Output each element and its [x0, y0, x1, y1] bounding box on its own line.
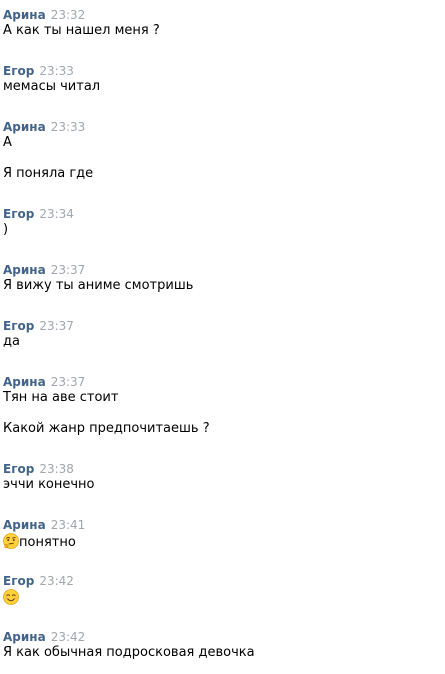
- message-text: ): [3, 222, 9, 237]
- message-text-row: понятно: [3, 533, 76, 551]
- message: Егор 23:42: [3, 572, 443, 605]
- message: Арина 23:32 А как ты нашел меня ?: [3, 6, 443, 38]
- message-text: А как ты нашел меня ?: [3, 23, 160, 38]
- message-header: Арина 23:32: [3, 6, 443, 22]
- message: Арина 23:41 понятно: [3, 516, 443, 550]
- message: Арина 23:37 Тян на аве стоит Какой жанр п…: [3, 373, 443, 436]
- message: Егор 23:38 эччи конечно: [3, 460, 443, 492]
- message-header: Егор 23:37: [3, 317, 443, 333]
- message-text: да: [3, 334, 20, 349]
- message-text: Я вижу ты аниме смотришь: [3, 278, 194, 293]
- message-header: Егор 23:42: [3, 572, 443, 588]
- author-name[interactable]: Егор: [3, 64, 34, 78]
- message-header: Арина 23:37: [3, 373, 443, 389]
- message-header: Егор 23:33: [3, 62, 443, 78]
- message-header: Арина 23:42: [3, 628, 443, 644]
- author-name[interactable]: Арина: [3, 120, 46, 134]
- smiling-face-emoji: [3, 589, 19, 605]
- message-time[interactable]: 23:37: [51, 263, 86, 277]
- author-name[interactable]: Арина: [3, 263, 46, 277]
- message-text: мемасы читал: [3, 79, 101, 94]
- message-text: А: [3, 135, 12, 150]
- message-time[interactable]: 23:42: [51, 630, 86, 644]
- message-text: Тян на аве стоит: [3, 390, 119, 405]
- message-time[interactable]: 23:33: [39, 64, 74, 78]
- message-header: Арина 23:33: [3, 118, 443, 134]
- message-time[interactable]: 23:37: [51, 375, 86, 389]
- message-time[interactable]: 23:37: [39, 319, 74, 333]
- message-header: Егор 23:38: [3, 460, 443, 476]
- author-name[interactable]: Егор: [3, 574, 34, 588]
- message-time[interactable]: 23:32: [51, 8, 86, 22]
- author-name[interactable]: Егор: [3, 207, 34, 221]
- message-header: Арина 23:37: [3, 261, 443, 277]
- message-text: Я поняла где: [3, 166, 94, 181]
- message-text: Я как обычная подросковая девочка: [3, 645, 255, 660]
- message-header: Егор 23:34: [3, 205, 443, 221]
- message-time[interactable]: 23:34: [39, 207, 74, 221]
- author-name[interactable]: Арина: [3, 8, 46, 22]
- message: Арина 23:42 Я как обычная подросковая дев…: [3, 628, 443, 660]
- message-time[interactable]: 23:38: [39, 462, 74, 476]
- message-text: эччи конечно: [3, 477, 95, 492]
- message-time[interactable]: 23:41: [51, 518, 86, 532]
- message: Арина 23:33 А Я поняла где: [3, 118, 443, 181]
- chat-history: Арина 23:32 А как ты нашел меня ? Егор 23:…: [0, 0, 445, 674]
- message-header: Арина 23:41: [3, 516, 443, 532]
- author-name[interactable]: Арина: [3, 630, 46, 644]
- message: Арина 23:37 Я вижу ты аниме смотришь: [3, 261, 443, 293]
- thinking-face-emoji: [3, 533, 19, 549]
- message-time[interactable]: 23:33: [51, 120, 86, 134]
- message-text-row: [3, 589, 19, 607]
- message: Егор 23:33 мемасы читал: [3, 62, 443, 94]
- message: Егор 23:37 да: [3, 317, 443, 349]
- author-name[interactable]: Егор: [3, 462, 34, 476]
- message-time[interactable]: 23:42: [39, 574, 74, 588]
- message-text: Какой жанр предпочитаешь ?: [3, 421, 210, 436]
- author-name[interactable]: Арина: [3, 518, 46, 532]
- message-text: понятно: [19, 535, 76, 550]
- author-name[interactable]: Егор: [3, 319, 34, 333]
- author-name[interactable]: Арина: [3, 375, 46, 389]
- message: Егор 23:34 ): [3, 205, 443, 237]
